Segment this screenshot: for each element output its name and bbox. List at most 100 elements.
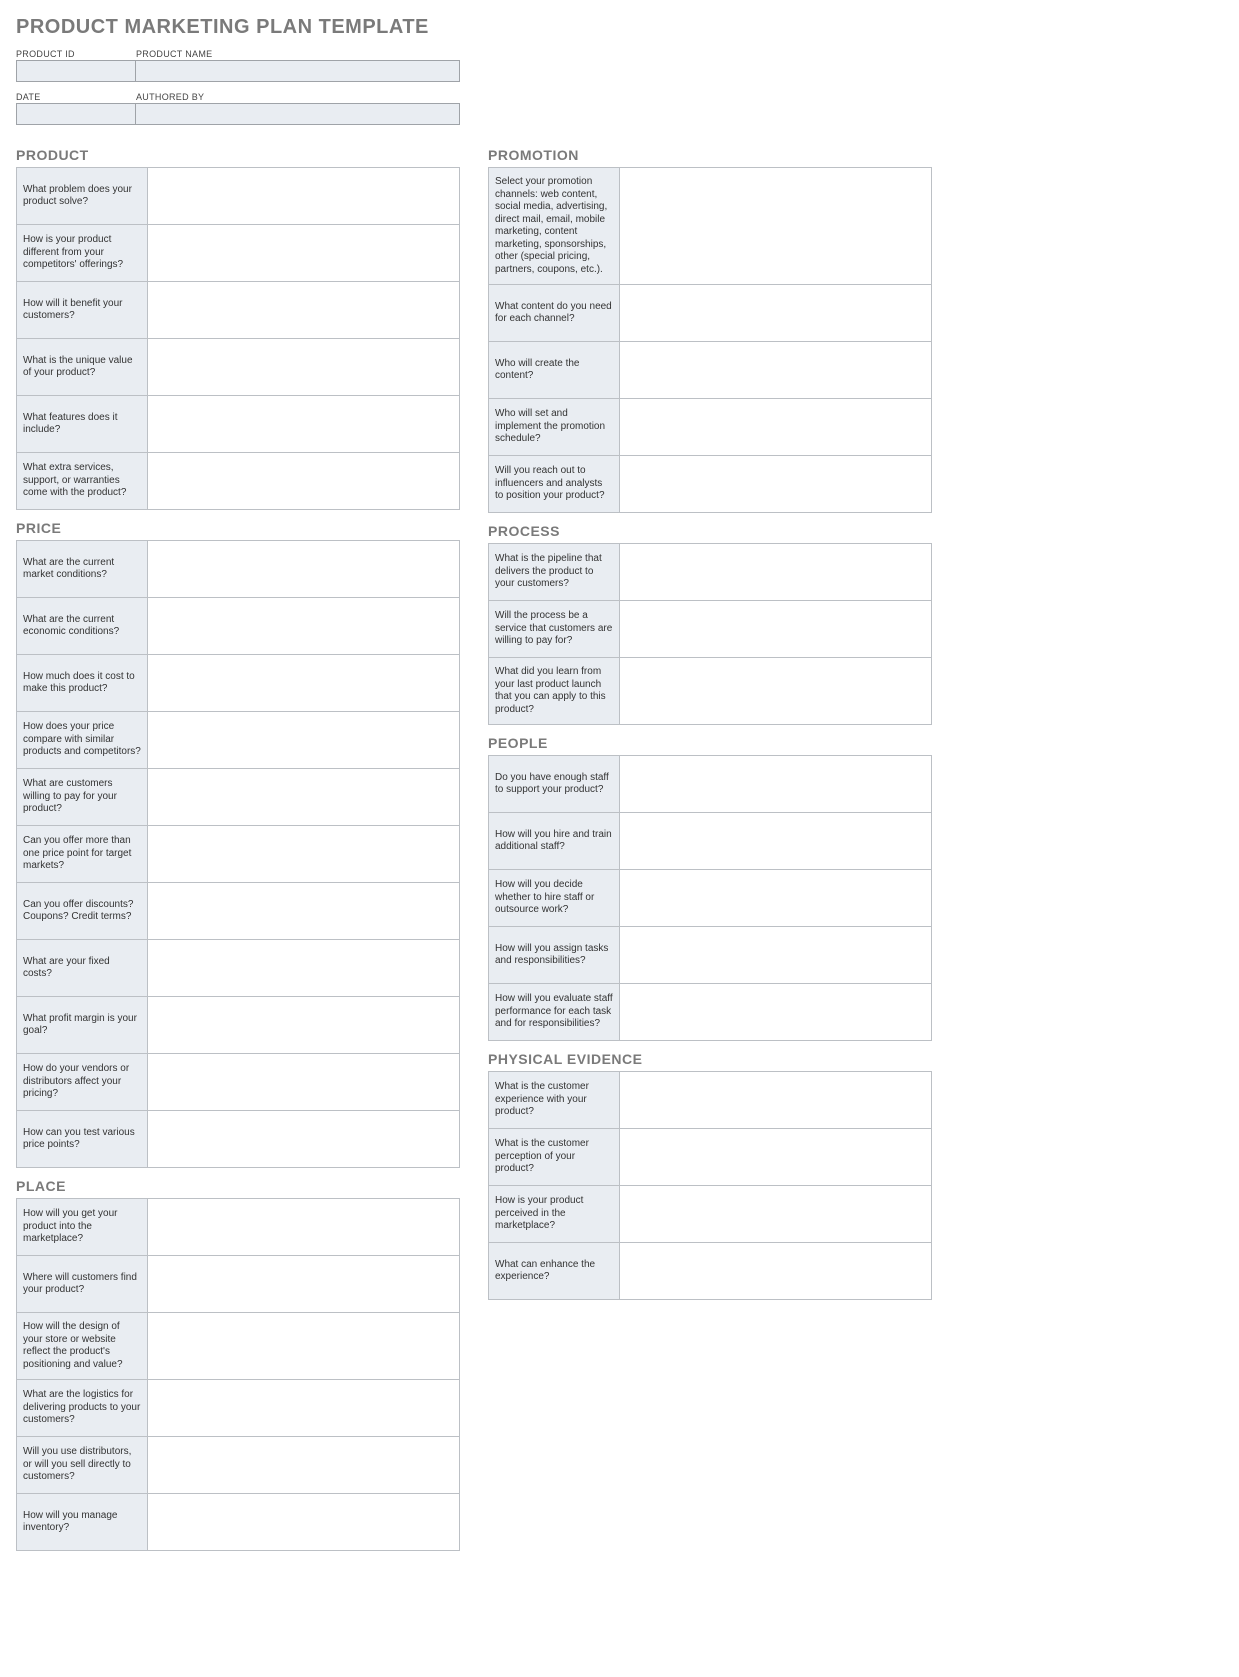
table-row: Will the process be a service that custo… — [489, 601, 932, 658]
table-row: How is your product perceived in the mar… — [489, 1186, 932, 1243]
table-row: How will you evaluate staff performance … — [489, 984, 932, 1041]
answer-cell[interactable] — [620, 927, 932, 984]
meta-block: PRODUCT ID PRODUCT NAME DATE AUTHORED BY — [16, 47, 1223, 125]
question-cell: How will you hire and train additional s… — [489, 813, 620, 870]
question-cell: Will you reach out to influencers and an… — [489, 456, 620, 513]
question-cell: What extra services, support, or warrant… — [17, 453, 148, 510]
question-cell: Who will create the content? — [489, 342, 620, 399]
answer-cell[interactable] — [148, 1054, 460, 1111]
answer-cell[interactable] — [148, 883, 460, 940]
answer-cell[interactable] — [148, 453, 460, 510]
table-row: What extra services, support, or warrant… — [17, 453, 460, 510]
answer-cell[interactable] — [148, 396, 460, 453]
table-row: How does your price compare with similar… — [17, 712, 460, 769]
date-input[interactable] — [16, 103, 136, 125]
answer-cell[interactable] — [148, 712, 460, 769]
table-row: What is the customer experience with you… — [489, 1072, 932, 1129]
answer-cell[interactable] — [148, 598, 460, 655]
people-section-title: PEOPLE — [488, 735, 932, 751]
question-cell: Can you offer more than one price point … — [17, 826, 148, 883]
answer-cell[interactable] — [620, 285, 932, 342]
answer-cell[interactable] — [620, 1129, 932, 1186]
answer-cell[interactable] — [620, 658, 932, 725]
answer-cell[interactable] — [148, 1380, 460, 1437]
table-row: How is your product different from your … — [17, 225, 460, 282]
question-cell: Do you have enough staff to support your… — [489, 756, 620, 813]
product-name-input[interactable] — [136, 60, 460, 82]
answer-cell[interactable] — [620, 456, 932, 513]
process-table: What is the pipeline that delivers the p… — [488, 543, 932, 725]
product-table: What problem does your product solve?How… — [16, 167, 460, 510]
answer-cell[interactable] — [620, 1243, 932, 1300]
question-cell: How will you get your product into the m… — [17, 1199, 148, 1256]
table-row: Who will create the content? — [489, 342, 932, 399]
process-section-title: PROCESS — [488, 523, 932, 539]
answer-cell[interactable] — [148, 997, 460, 1054]
answer-cell[interactable] — [620, 984, 932, 1041]
place-table: How will you get your product into the m… — [16, 1198, 460, 1551]
people-table: Do you have enough staff to support your… — [488, 755, 932, 1041]
question-cell: What is the customer perception of your … — [489, 1129, 620, 1186]
answer-cell[interactable] — [148, 225, 460, 282]
authored-by-label: AUTHORED BY — [136, 90, 460, 103]
table-row: Will you reach out to influencers and an… — [489, 456, 932, 513]
question-cell: Will the process be a service that custo… — [489, 601, 620, 658]
answer-cell[interactable] — [620, 1186, 932, 1243]
answer-cell[interactable] — [148, 940, 460, 997]
answer-cell[interactable] — [148, 339, 460, 396]
table-row: What did you learn from your last produc… — [489, 658, 932, 725]
authored-by-input[interactable] — [136, 103, 460, 125]
answer-cell[interactable] — [620, 870, 932, 927]
question-cell: How will the design of your store or web… — [17, 1313, 148, 1380]
answer-cell[interactable] — [148, 1256, 460, 1313]
table-row: What are your fixed costs? — [17, 940, 460, 997]
product-id-input[interactable] — [16, 60, 136, 82]
answer-cell[interactable] — [148, 655, 460, 712]
table-row: What is the customer perception of your … — [489, 1129, 932, 1186]
question-cell: How is your product different from your … — [17, 225, 148, 282]
answer-cell[interactable] — [148, 168, 460, 225]
table-row: What can enhance the experience? — [489, 1243, 932, 1300]
date-label: DATE — [16, 90, 136, 103]
table-row: What are the current market conditions? — [17, 541, 460, 598]
question-cell: Who will set and implement the promotion… — [489, 399, 620, 456]
answer-cell[interactable] — [148, 1313, 460, 1380]
question-cell: What problem does your product solve? — [17, 168, 148, 225]
answer-cell[interactable] — [148, 282, 460, 339]
document-title: PRODUCT MARKETING PLAN TEMPLATE — [16, 16, 1223, 39]
promotion-table: Select your promotion channels: web cont… — [488, 167, 932, 513]
answer-cell[interactable] — [620, 342, 932, 399]
question-cell: Will you use distributors, or will you s… — [17, 1437, 148, 1494]
table-row: Who will set and implement the promotion… — [489, 399, 932, 456]
question-cell: What are the current market conditions? — [17, 541, 148, 598]
question-cell: How will it benefit your customers? — [17, 282, 148, 339]
answer-cell[interactable] — [620, 399, 932, 456]
question-cell: How can you test various price points? — [17, 1111, 148, 1168]
answer-cell[interactable] — [148, 1199, 460, 1256]
question-cell: How will you evaluate staff performance … — [489, 984, 620, 1041]
table-row: What features does it include? — [17, 396, 460, 453]
answer-cell[interactable] — [620, 756, 932, 813]
question-cell: What can enhance the experience? — [489, 1243, 620, 1300]
table-row: How will you decide whether to hire staf… — [489, 870, 932, 927]
table-row: How will you get your product into the m… — [17, 1199, 460, 1256]
answer-cell[interactable] — [148, 826, 460, 883]
answer-cell[interactable] — [620, 601, 932, 658]
question-cell: What did you learn from your last produc… — [489, 658, 620, 725]
answer-cell[interactable] — [148, 541, 460, 598]
answer-cell[interactable] — [148, 1437, 460, 1494]
question-cell: How will you decide whether to hire staf… — [489, 870, 620, 927]
answer-cell[interactable] — [148, 1494, 460, 1551]
question-cell: What is the customer experience with you… — [489, 1072, 620, 1129]
answer-cell[interactable] — [148, 1111, 460, 1168]
question-cell: How does your price compare with similar… — [17, 712, 148, 769]
answer-cell[interactable] — [620, 813, 932, 870]
answer-cell[interactable] — [148, 769, 460, 826]
answer-cell[interactable] — [620, 1072, 932, 1129]
table-row: How can you test various price points? — [17, 1111, 460, 1168]
answer-cell[interactable] — [620, 168, 932, 285]
answer-cell[interactable] — [620, 544, 932, 601]
evidence-table: What is the customer experience with you… — [488, 1071, 932, 1300]
table-row: How do your vendors or distributors affe… — [17, 1054, 460, 1111]
product-name-label: PRODUCT NAME — [136, 47, 460, 60]
